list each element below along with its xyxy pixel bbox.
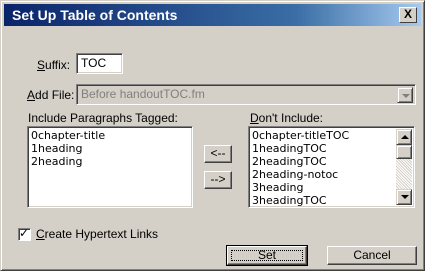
- add-file-dropdown-button[interactable]: [397, 87, 413, 103]
- suffix-label: Suffix:: [37, 58, 71, 72]
- chevron-down-icon: [402, 94, 410, 98]
- scroll-thumb[interactable]: [396, 145, 412, 159]
- exclude-item[interactable]: 3headingTOC: [252, 194, 327, 207]
- include-list[interactable]: 0chapter-title 1heading 2heading: [27, 126, 193, 208]
- cancel-button[interactable]: Cancel: [327, 246, 417, 265]
- add-file-dropdown[interactable]: Before handoutTOC.fm: [76, 84, 416, 105]
- scroll-up-button[interactable]: [396, 129, 412, 145]
- close-icon: X: [403, 7, 412, 21]
- exclude-label: Don't Include:: [250, 111, 324, 125]
- suffix-input[interactable]: TOC: [76, 53, 123, 74]
- close-button[interactable]: X: [399, 7, 417, 23]
- exclude-scrollbar[interactable]: [396, 129, 412, 205]
- move-right-button[interactable]: -->: [204, 171, 232, 189]
- include-item[interactable]: 2heading: [31, 155, 82, 168]
- set-button[interactable]: Set: [226, 245, 308, 266]
- suffix-value: TOC: [81, 56, 107, 70]
- move-left-button[interactable]: <--: [204, 145, 232, 163]
- dialog-title: Set Up Table of Contents: [12, 7, 178, 23]
- exclude-item[interactable]: 0chapter-titleTOC: [252, 129, 349, 142]
- chevron-up-icon: [401, 135, 409, 139]
- chevron-down-icon: [401, 195, 409, 199]
- exclude-item[interactable]: 1headingTOC: [252, 142, 327, 155]
- exclude-item[interactable]: 2headingTOC: [252, 155, 327, 168]
- include-label: Include Paragraphs Tagged:: [28, 111, 178, 125]
- include-item[interactable]: 0chapter-title: [31, 129, 105, 142]
- checkmark-icon: ✓: [19, 226, 30, 240]
- dialog-window: Set Up Table of Contents X Suffix: TOC A…: [0, 0, 425, 271]
- hypertext-label[interactable]: Create Hypertext Links: [36, 227, 158, 241]
- title-bar[interactable]: Set Up Table of Contents X: [4, 4, 421, 26]
- focus-rectangle: [231, 250, 303, 261]
- exclude-list[interactable]: 0chapter-titleTOC 1headingTOC 2headingTO…: [248, 126, 415, 208]
- exclude-item[interactable]: 3heading: [252, 181, 303, 194]
- hypertext-checkbox[interactable]: ✓: [18, 226, 31, 241]
- add-file-label: Add File:: [27, 88, 75, 102]
- add-file-value: Before handoutTOC.fm: [81, 87, 205, 101]
- include-item[interactable]: 1heading: [31, 142, 82, 155]
- exclude-item[interactable]: 2heading-notoc: [252, 168, 338, 181]
- scroll-down-button[interactable]: [396, 189, 412, 205]
